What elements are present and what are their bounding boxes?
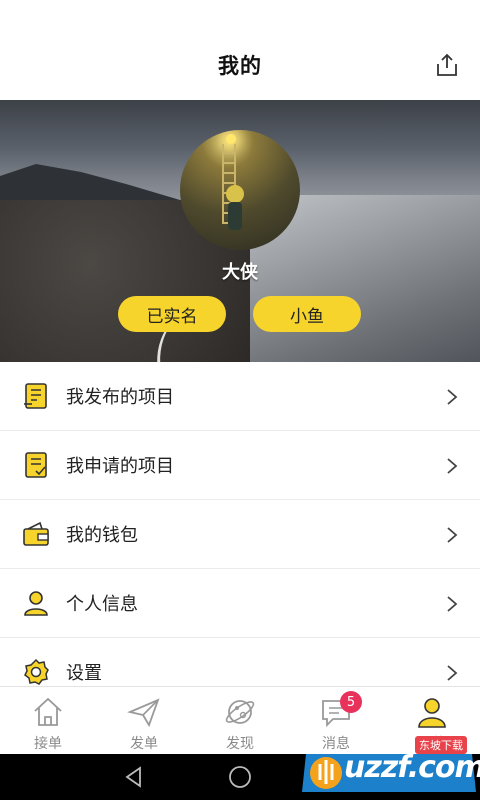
paper-plane-icon [127, 698, 160, 728]
banner-hills [0, 164, 180, 200]
gear-icon [24, 658, 49, 685]
published-project-icon [24, 383, 47, 409]
planet-icon [225, 700, 255, 724]
menu-item-label: 个人信息 [66, 594, 138, 615]
chevron-right-icon [447, 458, 458, 474]
tab-accept-orders[interactable]: 接单 [0, 687, 96, 755]
home-icon [34, 697, 62, 726]
avatar-figure-body [228, 202, 242, 230]
page-title: 我的 [218, 54, 262, 78]
avatar-lamp [226, 134, 236, 144]
watermark-tagline: 东坡下载 [415, 736, 467, 754]
avatar-figure-head [226, 185, 244, 203]
menu-item-label: 我发布的项目 [66, 387, 174, 408]
tab-post-orders[interactable]: 发单 [96, 687, 192, 755]
chevron-right-icon [447, 596, 458, 612]
chevron-right-icon [447, 527, 458, 543]
menu-item-label: 我的钱包 [66, 525, 138, 546]
back-icon[interactable] [122, 765, 146, 789]
menu-item-label: 设置 [66, 663, 102, 684]
chevron-right-icon [447, 665, 458, 681]
watermark-brand: uzzf.com [344, 750, 480, 785]
user-icon [24, 591, 48, 616]
level-tag[interactable]: 小鱼 [253, 296, 361, 332]
menu-list: 我发布的项目 我申请的项目 我的钱包 个人信息 设置 [0, 362, 480, 707]
watermark: uzzf.com 东坡下载 [300, 720, 480, 798]
tab-label: 接单 [34, 736, 62, 752]
tab-label: 发单 [130, 736, 158, 752]
menu-item-published[interactable]: 我发布的项目 [0, 362, 480, 431]
avatar[interactable] [180, 130, 300, 250]
share-icon[interactable] [434, 52, 460, 78]
tab-discover[interactable]: 发现 [192, 687, 288, 755]
unread-badge: 5 [340, 691, 362, 713]
menu-item-label: 我申请的项目 [66, 456, 174, 477]
home-button-icon[interactable] [228, 765, 252, 789]
status-bar [0, 0, 480, 30]
page-header: 我的 [0, 30, 480, 100]
applied-project-icon [25, 452, 47, 478]
chevron-right-icon [447, 389, 458, 405]
menu-item-applied[interactable]: 我申请的项目 [0, 431, 480, 500]
username: 大侠 [222, 262, 258, 283]
wallet-icon [23, 521, 49, 546]
tab-label: 发现 [226, 736, 254, 752]
menu-item-wallet[interactable]: 我的钱包 [0, 500, 480, 569]
verified-tag[interactable]: 已实名 [118, 296, 226, 332]
profile-banner: 大侠 已实名 小鱼 [0, 100, 480, 362]
menu-item-profile[interactable]: 个人信息 [0, 569, 480, 638]
